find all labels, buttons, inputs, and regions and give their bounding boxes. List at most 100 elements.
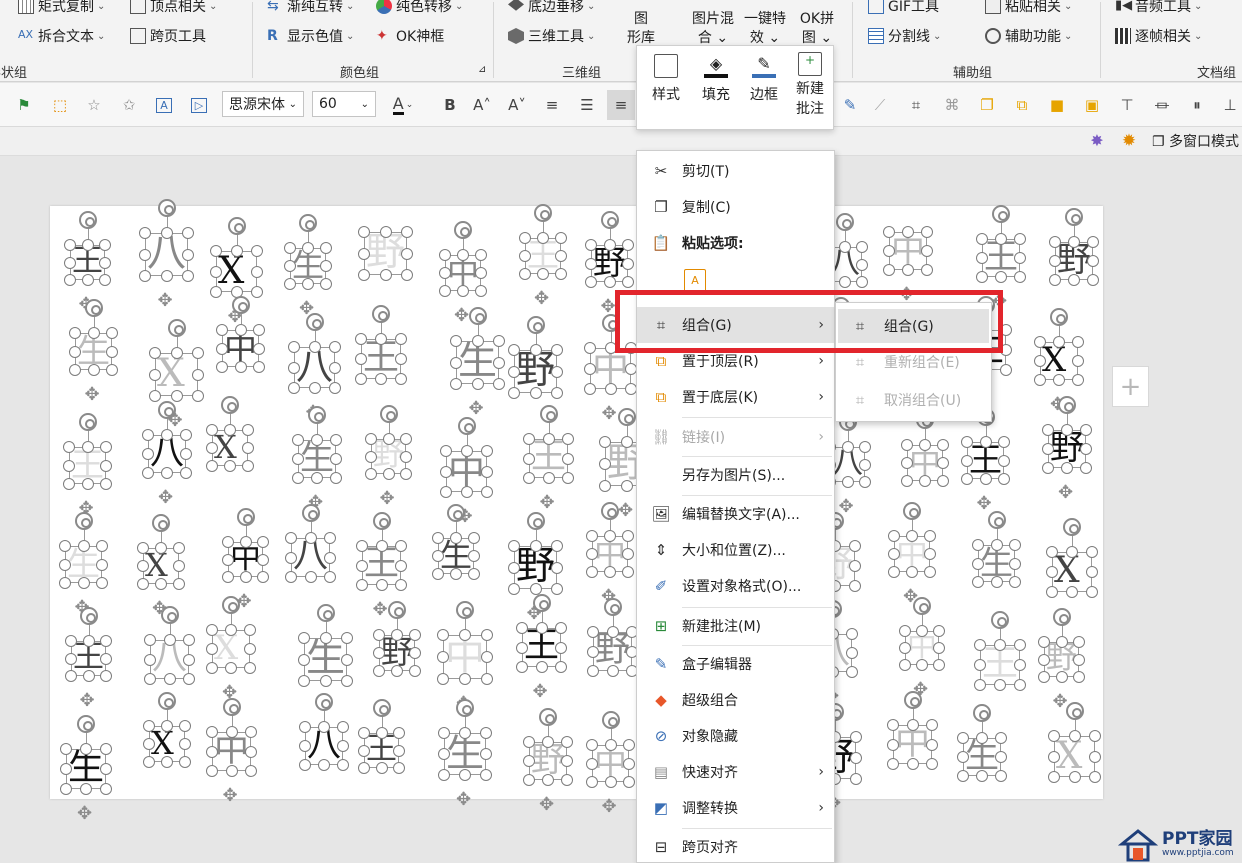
resize-handle[interactable] [1048, 750, 1060, 763]
resize-handle[interactable] [1009, 539, 1021, 551]
gear-orange-icon[interactable]: ✹ [1118, 131, 1140, 153]
resize-handle[interactable] [96, 558, 108, 571]
rotate-handle-icon[interactable] [158, 692, 176, 710]
resize-handle[interactable] [856, 241, 868, 253]
resize-handle[interactable] [1089, 750, 1101, 763]
resize-handle[interactable] [439, 285, 451, 297]
resize-handle[interactable] [976, 252, 988, 264]
ribbon-btn-matrix-copy[interactable]: 矩式复制 ⌄ [18, 0, 105, 18]
resize-handle[interactable] [1066, 546, 1078, 558]
move-handle-icon[interactable]: ✥ [77, 803, 92, 824]
resize-handle[interactable] [841, 441, 854, 453]
resize-handle[interactable] [555, 268, 567, 280]
resize-handle[interactable] [393, 727, 405, 739]
ribbon-btn-ok-frame[interactable]: ✦ OK神框 [376, 24, 447, 48]
rotate-handle-icon[interactable] [447, 504, 465, 522]
resize-handle[interactable] [69, 327, 81, 339]
align-flag-icon[interactable]: ⚑ [12, 93, 36, 117]
resize-handle[interactable] [161, 467, 173, 479]
resize-handle[interactable] [222, 536, 234, 548]
resize-handle[interactable] [292, 434, 304, 446]
square-outline-orange-icon[interactable]: ▣ [1080, 93, 1104, 117]
resize-handle[interactable] [299, 740, 311, 752]
resize-handle[interactable] [933, 642, 945, 654]
resize-handle[interactable] [606, 626, 619, 638]
resize-handle[interactable] [234, 324, 247, 336]
resize-handle[interactable] [1038, 636, 1050, 648]
resize-handle[interactable] [64, 239, 76, 251]
resize-handle[interactable] [96, 577, 108, 589]
resize-handle[interactable] [481, 651, 493, 663]
resize-handle[interactable] [1080, 462, 1092, 474]
resize-handle[interactable] [542, 472, 555, 484]
resize-handle[interactable] [341, 632, 353, 644]
resize-handle[interactable] [562, 472, 574, 484]
resize-handle[interactable] [401, 247, 413, 260]
resize-handle[interactable] [1042, 462, 1054, 474]
rotate-handle-icon[interactable] [457, 417, 476, 435]
move-handle-icon[interactable]: ✥ [80, 690, 95, 711]
rotate-handle-icon[interactable] [152, 514, 170, 532]
menu-item-super-group[interactable]: ◆ 超级组合 [637, 682, 834, 718]
select-frame-icon[interactable]: ⌗ [904, 93, 928, 117]
rotate-handle-icon[interactable] [222, 596, 240, 614]
resize-handle[interactable] [393, 762, 405, 774]
resize-handle[interactable] [64, 256, 76, 269]
resize-handle[interactable] [395, 333, 407, 345]
resize-handle[interactable] [365, 468, 377, 480]
resize-handle[interactable] [341, 653, 353, 666]
resize-handle[interactable] [391, 665, 403, 677]
resize-handle[interactable] [850, 731, 862, 743]
resize-handle[interactable] [77, 540, 90, 552]
resize-handle[interactable] [245, 745, 257, 758]
rotate-handle-icon[interactable] [601, 502, 619, 520]
resize-handle[interactable] [60, 763, 72, 775]
resize-handle[interactable] [439, 267, 451, 279]
mini-new-comment-button[interactable]: + 新建 批注 [791, 52, 829, 118]
resize-handle[interactable] [551, 387, 563, 399]
resize-handle[interactable] [230, 245, 243, 257]
resize-handle[interactable] [995, 732, 1007, 744]
resize-handle[interactable] [77, 577, 90, 589]
resize-handle[interactable] [459, 769, 471, 781]
resize-handle[interactable] [356, 579, 368, 591]
resize-handle[interactable] [990, 576, 1003, 588]
resize-handle[interactable] [356, 559, 368, 572]
resize-handle[interactable] [998, 454, 1010, 467]
resize-handle[interactable] [621, 480, 633, 492]
resize-handle[interactable] [1014, 233, 1026, 245]
resize-handle[interactable] [1053, 374, 1065, 386]
resize-handle[interactable] [621, 436, 633, 448]
rotate-handle-icon[interactable] [973, 704, 991, 722]
resize-handle[interactable] [1080, 443, 1092, 455]
resize-handle[interactable] [173, 542, 185, 554]
resize-handle[interactable] [587, 665, 599, 677]
resize-handle[interactable] [508, 540, 520, 552]
resize-handle[interactable] [586, 530, 598, 542]
resize-handle[interactable] [924, 566, 936, 578]
resize-handle[interactable] [994, 639, 1006, 651]
resize-handle[interactable] [623, 776, 635, 788]
resize-handle[interactable] [155, 542, 167, 554]
resize-handle[interactable] [460, 486, 473, 498]
resize-handle[interactable] [432, 568, 444, 580]
resize-handle[interactable] [160, 227, 173, 239]
resize-handle[interactable] [623, 757, 635, 770]
resize-handle[interactable] [63, 459, 75, 472]
resize-handle[interactable] [324, 551, 336, 564]
resize-handle[interactable] [623, 739, 635, 751]
ribbon-btn-gradient-swap[interactable]: ⇆ 渐纯互转 ⌄ [267, 0, 354, 18]
resize-handle[interactable] [59, 540, 71, 552]
resize-handle[interactable] [901, 475, 913, 487]
resize-handle[interactable] [1046, 566, 1058, 578]
puzzle-icon[interactable]: ✸ [1086, 131, 1108, 153]
resize-handle[interactable] [523, 736, 535, 748]
resize-handle[interactable] [561, 755, 573, 767]
node-icon[interactable]: ⌘ [940, 93, 964, 117]
ribbon-btn-base-shift[interactable]: 底边垂移 ⌄ [508, 0, 595, 18]
resize-handle[interactable] [1049, 274, 1061, 286]
ribbon-btn-shape-library[interactable]: 图 形库 [620, 10, 662, 48]
resize-handle[interactable] [182, 227, 194, 239]
resize-handle[interactable] [998, 473, 1010, 485]
resize-handle[interactable] [245, 726, 257, 738]
